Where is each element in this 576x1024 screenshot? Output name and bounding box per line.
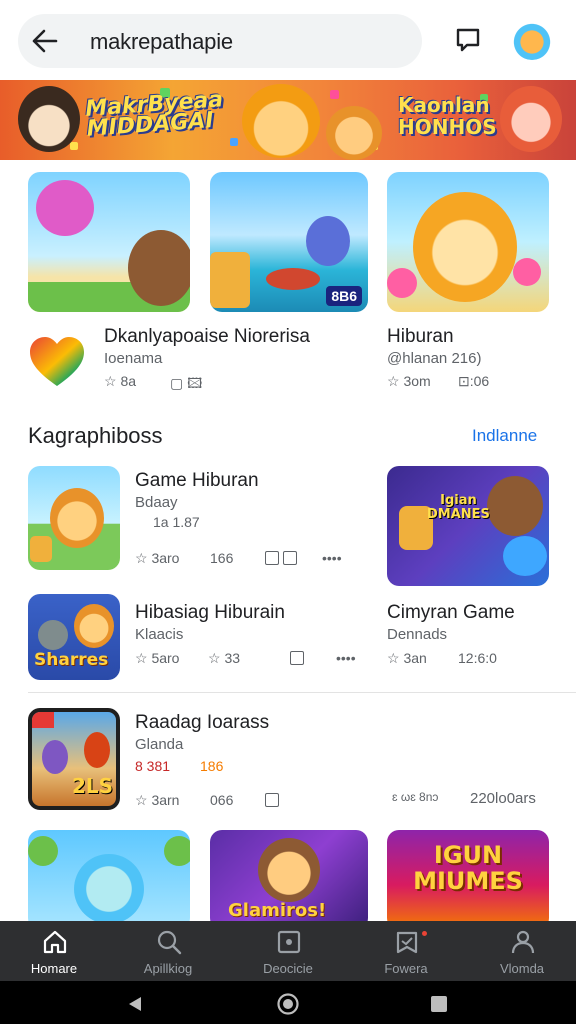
nav-item-media[interactable]: Deocicie [238, 921, 338, 981]
game-thumbnail[interactable]: Glamiros! [210, 830, 368, 930]
list-item-size: ☆ 33 [208, 650, 241, 666]
banner-headline-left: MakrByeaa MIDDAGAI [84, 87, 224, 142]
app-subtitle: Ioenama [104, 350, 163, 367]
side-game-thumbnail[interactable]: Igian DMANES [387, 466, 549, 586]
nav-item-apps[interactable]: Apillkiog [118, 921, 218, 981]
heart-app-icon [30, 337, 84, 386]
game-thumbnail[interactable] [387, 172, 549, 312]
thumbnail-title-text: Igian DMANES [427, 493, 490, 522]
game-thumbnail[interactable]: IGUN MIUMES [387, 830, 549, 930]
app-rating: ☆ 8a [104, 373, 137, 389]
list-item-title[interactable]: Game Hiburan [135, 470, 259, 492]
back-arrow-icon[interactable] [30, 27, 60, 55]
avatar[interactable] [512, 20, 552, 60]
list-item-icons [265, 792, 279, 808]
list-item-info: 1a 1.87 [153, 514, 200, 530]
list-item-subtitle: Glanda [135, 736, 184, 753]
thumbnail-title-text: 2LS [72, 774, 114, 798]
game-thumbnail[interactable]: 8B6 [210, 172, 368, 312]
nav-label: Vlomda [499, 961, 545, 976]
list-item-note: ɛ ωɛ 8nɔ [392, 790, 439, 804]
list-item-size: 066 [210, 792, 234, 808]
app-title[interactable]: Hiburan [387, 326, 454, 348]
list-item-value: 220lo0ars [470, 790, 536, 807]
bottom-navigation: Homare Apillkiog Deocicie Fowera Vlomda [0, 921, 576, 981]
nav-label: Apillkiog [143, 961, 193, 976]
person-icon [511, 930, 535, 954]
list-item-more[interactable]: •••• [336, 650, 356, 666]
list-item-thumbnail[interactable]: Sharres [28, 594, 120, 680]
side-card-rating: ☆ 3an [387, 650, 427, 666]
list-item-more[interactable]: •••• [322, 550, 342, 566]
app-time: ⊡:06 [458, 373, 490, 389]
nav-item-library[interactable]: Fowera [356, 921, 456, 981]
nav-label: Deocicie [263, 961, 313, 976]
nav-item-profile[interactable]: Vlomda [472, 921, 572, 981]
side-card-subtitle: Dennads [387, 626, 448, 643]
banner-headline-right: Kaonlan HONHOS [398, 93, 497, 139]
list-item-rating: ☆ 3aro [135, 550, 180, 566]
nav-label: Homare [30, 961, 78, 976]
system-back-icon[interactable] [126, 995, 144, 1013]
top-bar: makrepathapie [0, 0, 576, 80]
nav-label: Fowera [384, 961, 428, 976]
search-query-text[interactable]: makrepathapie [90, 29, 233, 55]
game-thumbnail[interactable] [28, 830, 190, 930]
notification-dot [422, 931, 427, 936]
game-thumbnail[interactable] [28, 172, 190, 312]
list-item-icons [265, 550, 297, 566]
list-item-title[interactable]: Hibasiag Hiburain [135, 602, 285, 624]
system-recents-icon[interactable] [430, 995, 448, 1013]
list-item-thumbnail[interactable]: 2LS [28, 708, 120, 810]
list-item-size: 166 [210, 550, 234, 566]
list-item-info: 8 381 [135, 758, 171, 774]
home-icon [43, 930, 67, 954]
section-title: Kagraphiboss [28, 423, 163, 448]
thumbnail-badge: 8B6 [326, 286, 362, 306]
app-extra-info: ▢ 🖾 [170, 375, 203, 391]
thumbnail-title-text: Sharres [34, 650, 109, 670]
list-item-info-accent: 186 [200, 758, 224, 774]
list-item-subtitle: Bdaay [135, 494, 178, 511]
side-card-time: 12:6:0 [458, 650, 497, 666]
section-see-more-link[interactable]: Indlanne [472, 426, 537, 446]
list-item-thumbnail[interactable] [28, 466, 120, 570]
thumbnail-title-text: IGUN MIUMES [413, 841, 523, 895]
side-card-title[interactable]: Cimyran Game [387, 602, 515, 624]
list-item-rating: ☆ 3arn [135, 792, 180, 808]
list-item-title[interactable]: Raadag Ioarass [135, 712, 269, 734]
system-navigation-bar [0, 981, 576, 1024]
list-item-rating: ☆ 5aro [135, 650, 180, 666]
message-icon[interactable] [454, 26, 482, 54]
app-title[interactable]: Dkanlyapoaise Niorerisa [104, 326, 310, 348]
app-subtitle: @hlanan 216) [387, 350, 482, 367]
divider [28, 692, 576, 693]
bookmark-icon [396, 931, 418, 954]
list-item-icons [290, 650, 304, 666]
thumbnail-title-text: Glamiros! [228, 900, 327, 921]
system-home-icon[interactable] [276, 992, 300, 1016]
app-rating: ☆ 3om [387, 373, 431, 389]
app-screen: makrepathapie MakrByeaa MIDDAGAI Kaonlan H… [0, 0, 576, 1024]
list-item-subtitle: Klaacis [135, 626, 184, 643]
search-icon [157, 930, 182, 955]
nav-item-home[interactable]: Homare [4, 921, 104, 981]
image-icon [277, 930, 301, 954]
